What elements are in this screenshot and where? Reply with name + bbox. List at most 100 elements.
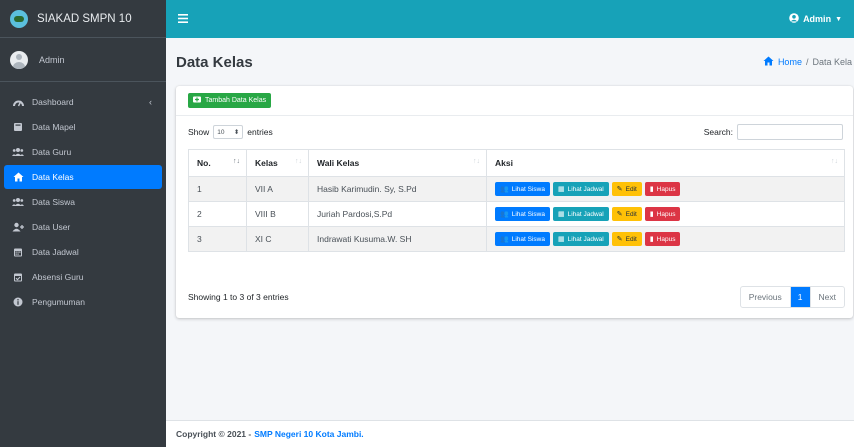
info-icon (12, 297, 24, 307)
cell-wali-kelas: Indrawati Kusuma.W. SH (308, 226, 487, 252)
add-kelas-button[interactable]: Tambah Data Kelas (188, 93, 272, 108)
cell-kelas: VII A (246, 176, 309, 202)
button-label: Lihat Siswa (511, 235, 545, 243)
trash-icon: ▮ (649, 211, 654, 218)
admin-dropdown[interactable]: Admin ▼ (789, 13, 842, 25)
sidebar-item-data-guru[interactable]: Data Guru (4, 140, 162, 164)
column-header-no[interactable]: No. ↑↓ (188, 149, 247, 177)
lihat-siswa-button[interactable]: 👥 Lihat Siswa (495, 207, 550, 221)
sidebar-item-label: Data Siswa (32, 197, 75, 207)
column-header-kelas[interactable]: Kelas ↑↓ (246, 149, 309, 177)
column-header-aksi[interactable]: Aksi ↑↓ (486, 149, 845, 177)
lihat-jadwal-button[interactable]: ▦ Lihat Jadwal (552, 232, 609, 246)
menu-toggle-icon[interactable] (178, 12, 188, 26)
column-header-wali-kelas[interactable]: Wali Kelas ↑↓ (308, 149, 487, 177)
hapus-button[interactable]: ▮ Hapus (644, 182, 681, 196)
sort-icon: ↑↓ (295, 158, 302, 165)
users-icon: 👥 (500, 211, 509, 218)
table-header-row: No. ↑↓ Kelas ↑↓ Wali Kelas ↑↓ Aksi ↑↓ (188, 149, 845, 177)
sidebar-item-data-kelas[interactable]: Data Kelas (4, 165, 162, 189)
search-input[interactable] (737, 124, 843, 140)
table-info: Showing 1 to 3 of 3 entries (188, 292, 289, 302)
user-circle-icon (789, 13, 799, 25)
entries-value: 10 (217, 128, 225, 136)
hapus-button[interactable]: ▮ Hapus (644, 207, 681, 221)
kelas-table: No. ↑↓ Kelas ↑↓ Wali Kelas ↑↓ Aksi ↑↓ 1 VII … (188, 149, 845, 252)
sort-icon: ↑↓ (233, 158, 240, 165)
sidebar-item-dashboard[interactable]: Dashboard ‹ (4, 90, 162, 114)
sidebar-item-data-siswa[interactable]: Data Siswa (4, 190, 162, 214)
hapus-button[interactable]: ▮ Hapus (644, 232, 681, 246)
pagination-next[interactable]: Next (811, 287, 844, 307)
breadcrumb: Home / Data Kela (763, 56, 852, 68)
button-label: Hapus (656, 210, 676, 218)
button-label: Lihat Jadwal (567, 210, 604, 218)
brand[interactable]: SIAKAD SMPN 10 (0, 0, 166, 38)
button-label: Lihat Jadwal (567, 185, 604, 193)
button-label: Lihat Siswa (511, 185, 545, 193)
pagination-previous[interactable]: Previous (741, 287, 791, 307)
cell-no: 3 (188, 226, 247, 252)
plus-square-icon (193, 96, 201, 105)
cell-aksi: 👥 Lihat Siswa ▦ Lihat Jadwal ✎ Edit ▮ Hapus (486, 176, 845, 202)
search: Search: (704, 124, 843, 140)
user-panel[interactable]: Admin (0, 38, 166, 82)
footer-school-link[interactable]: SMP Negeri 10 Kota Jambi. (254, 429, 363, 439)
calendar-icon: ▦ (557, 211, 565, 218)
column-label: Aksi (495, 158, 513, 168)
cell-kelas: VIII B (246, 201, 309, 227)
button-label: Edit (625, 185, 637, 193)
sidebar-item-label: Data Jadwal (32, 247, 79, 257)
cell-no: 2 (188, 201, 247, 227)
cell-wali-kelas: Hasib Karimudin. Sy, S.Pd (308, 176, 487, 202)
sidebar-item-label: Data Mapel (32, 122, 76, 132)
sort-icon: ↑↓ (831, 158, 838, 165)
button-label: Hapus (656, 185, 676, 193)
lihat-jadwal-button[interactable]: ▦ Lihat Jadwal (552, 207, 609, 221)
breadcrumb-home-label: Home (777, 57, 802, 67)
lihat-siswa-button[interactable]: 👥 Lihat Siswa (495, 232, 550, 246)
lihat-jadwal-button[interactable]: ▦ Lihat Jadwal (552, 182, 609, 196)
sidebar-nav: Dashboard ‹ Data Mapel Data Guru Data Ke… (0, 82, 166, 314)
column-label: Wali Kelas (317, 158, 360, 168)
table-footer: Showing 1 to 3 of 3 entries Previous 1 N… (188, 286, 845, 308)
button-label: Edit (625, 210, 637, 218)
admin-label: Admin (803, 14, 832, 24)
sidebar-item-label: Data Guru (32, 147, 72, 157)
card-header: Tambah Data Kelas (176, 86, 853, 116)
sidebar-item-label: Absensi Guru (32, 272, 84, 282)
sidebar-user-name: Admin (39, 54, 65, 65)
user-plus-icon (12, 222, 24, 232)
column-label: No. (197, 158, 211, 168)
table-controls: Show 10 ⬍ entries Search: (188, 123, 843, 141)
edit-button[interactable]: ✎ Edit (611, 182, 642, 196)
calendar-icon (12, 247, 24, 257)
sidebar-item-data-mapel[interactable]: Data Mapel (4, 115, 162, 139)
pagination-page-1[interactable]: 1 (790, 287, 811, 307)
breadcrumb-home[interactable]: Home (763, 56, 802, 68)
add-kelas-label: Tambah Data Kelas (205, 97, 267, 104)
select-arrows-icon: ⬍ (233, 129, 240, 136)
users-icon (12, 147, 24, 157)
trash-icon: ▮ (649, 236, 654, 243)
table-row: 1 VII A Hasib Karimudin. Sy, S.Pd 👥 Lihat… (188, 176, 845, 202)
lihat-siswa-button[interactable]: 👥 Lihat Siswa (495, 182, 550, 196)
cell-kelas: XI C (246, 226, 309, 252)
button-label: Hapus (656, 235, 676, 243)
sidebar-item-label: Dashboard (32, 97, 74, 107)
edit-button[interactable]: ✎ Edit (611, 207, 642, 221)
calendar-icon: ▦ (557, 186, 565, 193)
sidebar-item-absensi-guru[interactable]: Absensi Guru (4, 265, 162, 289)
button-label: Lihat Siswa (511, 210, 545, 218)
footer: Copyright © 2021 - SMP Negeri 10 Kota Ja… (166, 420, 854, 447)
entries-select[interactable]: 10 ⬍ (213, 125, 244, 139)
sidebar-item-data-jadwal[interactable]: Data Jadwal (4, 240, 162, 264)
users-icon: 👥 (500, 186, 509, 193)
entries-label: entries (247, 127, 273, 137)
edit-button[interactable]: ✎ Edit (611, 232, 642, 246)
sidebar-item-data-user[interactable]: Data User (4, 215, 162, 239)
cell-aksi: 👥 Lihat Siswa ▦ Lihat Jadwal ✎ Edit ▮ Hapus (486, 201, 845, 227)
content: Data Kelas Home / Data Kela Tambah Data … (166, 38, 854, 447)
button-label: Lihat Jadwal (567, 235, 604, 243)
sidebar-item-pengumuman[interactable]: Pengumuman (4, 290, 162, 314)
